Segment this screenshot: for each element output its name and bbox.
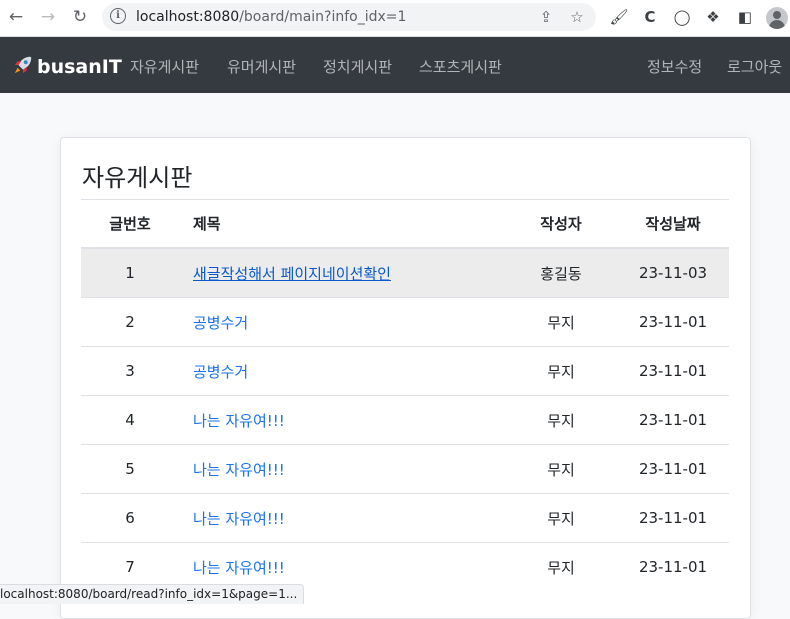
address-url: localhost:8080/board/main?info_idx=1 xyxy=(136,9,406,25)
extension-circle-icon[interactable]: ◯ xyxy=(672,7,692,27)
row-number: 4 xyxy=(81,395,179,445)
row-title-cell: 나는 자유여!!! xyxy=(179,444,505,494)
brand-link[interactable]: busanIT xyxy=(12,54,122,78)
column-header-writer: 작성자 xyxy=(505,199,617,249)
table-row: 4 나는 자유여!!! 무지 23-11-01 xyxy=(81,395,729,445)
extensions-puzzle-icon[interactable]: ❖ xyxy=(703,7,723,27)
nav-link-free-board[interactable]: 자유게시판 xyxy=(130,56,199,77)
row-number: 2 xyxy=(81,297,179,347)
nav-link-sports-board[interactable]: 스포츠게시판 xyxy=(419,56,502,77)
bookmark-star-icon[interactable]: ☆ xyxy=(568,8,586,26)
table-row: 2 공병수거 무지 23-11-01 xyxy=(81,297,729,347)
row-writer: 무지 xyxy=(505,346,617,396)
table-row: 3 공병수거 무지 23-11-01 xyxy=(81,346,729,396)
address-bar[interactable]: i localhost:8080/board/main?info_idx=1 ⇪… xyxy=(102,3,596,31)
nav-link-edit-profile[interactable]: 정보수정 xyxy=(647,56,702,77)
share-icon[interactable]: ⇪ xyxy=(537,8,555,26)
table-row: 5 나는 자유여!!! 무지 23-11-01 xyxy=(81,444,729,494)
column-header-title: 제목 xyxy=(179,199,505,249)
row-number: 6 xyxy=(81,493,179,543)
post-title-link[interactable]: 나는 자유여!!! xyxy=(193,559,285,577)
row-title-cell: 공병수거 xyxy=(179,346,505,396)
row-number: 1 xyxy=(81,247,179,298)
forward-arrow-icon[interactable]: → xyxy=(37,6,59,28)
nav-link-humor-board[interactable]: 유머게시판 xyxy=(227,56,296,77)
csp-extension-icon[interactable]: C xyxy=(640,7,660,27)
row-writer: 무지 xyxy=(505,297,617,347)
row-number: 5 xyxy=(81,444,179,494)
post-title-link[interactable]: 공병수거 xyxy=(193,314,248,332)
row-title-cell: 나는 자유여!!! xyxy=(179,493,505,543)
row-title-cell: 공병수거 xyxy=(179,297,505,347)
post-title-link[interactable]: 나는 자유여!!! xyxy=(193,412,285,430)
table-header-row: 글번호 제목 작성자 작성날짜 xyxy=(81,199,729,249)
nav-link-logout[interactable]: 로그아웃 xyxy=(727,56,782,77)
row-date: 23-11-01 xyxy=(617,493,729,543)
row-date: 23-11-01 xyxy=(617,346,729,396)
row-date: 23-11-03 xyxy=(617,247,729,298)
post-title-link[interactable]: 나는 자유여!!! xyxy=(193,510,285,528)
row-number: 3 xyxy=(81,346,179,396)
url-path: /board/main?info_idx=1 xyxy=(239,9,407,25)
row-title-cell: 새글작성해서 페이지네이션확인 xyxy=(179,247,505,298)
row-writer: 무지 xyxy=(505,493,617,543)
row-date: 23-11-01 xyxy=(617,444,729,494)
link-status-bubble: localhost:8080/board/read?info_idx=1&pag… xyxy=(0,584,305,604)
board-title: 자유게시판 xyxy=(82,164,193,192)
post-title-link[interactable]: 새글작성해서 페이지네이션확인 xyxy=(193,265,391,283)
post-title-link[interactable]: 나는 자유여!!! xyxy=(193,461,285,479)
row-date: 23-11-01 xyxy=(617,297,729,347)
board-card: 자유게시판 글번호 제목 작성자 작성날짜 1 새글작성해서 페이지네이션확인 … xyxy=(60,137,751,619)
rocket-icon xyxy=(14,56,32,74)
table-row: 1 새글작성해서 페이지네이션확인 홍길동 23-11-03 xyxy=(81,247,729,298)
reload-icon[interactable]: ↻ xyxy=(69,6,91,28)
row-writer: 무지 xyxy=(505,395,617,445)
board-table: 글번호 제목 작성자 작성날짜 1 새글작성해서 페이지네이션확인 홍길동 23… xyxy=(81,199,729,591)
row-date: 23-11-01 xyxy=(617,542,729,591)
back-arrow-icon[interactable]: ← xyxy=(5,6,27,28)
browser-toolbar: ← → ↻ i localhost:8080/board/main?info_i… xyxy=(0,0,790,37)
row-title-cell: 나는 자유여!!! xyxy=(179,395,505,445)
row-writer: 무지 xyxy=(505,444,617,494)
row-date: 23-11-01 xyxy=(617,395,729,445)
column-header-number: 글번호 xyxy=(81,199,179,249)
post-title-link[interactable]: 공병수거 xyxy=(193,363,248,381)
profile-avatar-icon[interactable] xyxy=(766,7,788,29)
site-navbar: busanIT 자유게시판 유머게시판 정치게시판 스포츠게시판 정보수정 로그… xyxy=(0,37,790,93)
side-panel-icon[interactable]: ◧ xyxy=(735,7,755,27)
nav-link-politics-board[interactable]: 정치게시판 xyxy=(323,56,392,77)
table-row: 6 나는 자유여!!! 무지 23-11-01 xyxy=(81,493,729,543)
url-host: localhost:8080 xyxy=(136,9,240,25)
brand-name: busanIT xyxy=(37,56,122,78)
row-writer: 무지 xyxy=(505,542,617,591)
column-header-date: 작성날짜 xyxy=(617,199,729,249)
site-info-icon[interactable]: i xyxy=(110,8,126,24)
eyedropper-extension-icon[interactable]: 🖌 xyxy=(609,7,629,27)
row-writer: 홍길동 xyxy=(505,247,617,298)
